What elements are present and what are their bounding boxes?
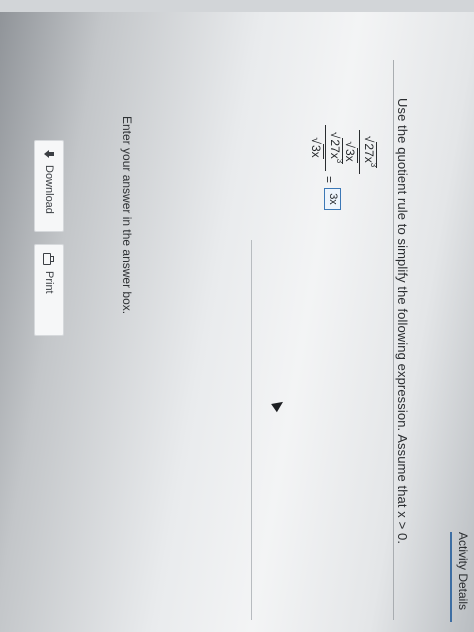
activity-details-tab[interactable]: Activity Details bbox=[456, 532, 470, 610]
mouse-cursor-icon bbox=[271, 397, 286, 413]
expression-display: √27x3 √3x bbox=[343, 130, 378, 174]
numerator-text: 27x bbox=[362, 143, 376, 163]
download-icon bbox=[44, 149, 54, 159]
denominator-text: 3x bbox=[343, 147, 358, 163]
rotated-page: Use the quotient rule to simplify the fo… bbox=[0, 0, 474, 632]
question-instruction: Use the quotient rule to simplify the fo… bbox=[395, 98, 410, 545]
printer-icon bbox=[43, 253, 51, 265]
expression-numerator: √27x3 bbox=[362, 135, 378, 169]
download-label: Download bbox=[43, 165, 55, 214]
divider bbox=[393, 60, 394, 620]
answer-numerator: √27x3 bbox=[328, 131, 344, 165]
answer-denominator-text: 3x bbox=[309, 143, 324, 159]
question-panel: Use the quotient rule to simplify the fo… bbox=[0, 0, 474, 632]
numerator-exponent: 3 bbox=[369, 162, 378, 168]
print-button[interactable]: Print bbox=[34, 244, 64, 336]
equals-sign: = bbox=[322, 176, 336, 184]
answer-numerator-text: 27x bbox=[328, 139, 342, 159]
activity-tab-underline bbox=[450, 532, 452, 622]
enter-answer-hint: Enter your answer in the answer box. bbox=[120, 116, 134, 315]
answer-expression: √27x3 √3x bbox=[309, 125, 344, 171]
download-button[interactable]: Download bbox=[34, 140, 64, 232]
answer-fraction-bar bbox=[325, 125, 326, 171]
left-rail bbox=[0, 0, 474, 12]
section-divider bbox=[251, 240, 252, 620]
expression-denominator: √3x bbox=[343, 141, 358, 163]
answer-numerator-exponent: 3 bbox=[335, 158, 344, 164]
print-label: Print bbox=[43, 271, 55, 294]
answer-input[interactable]: 3x bbox=[324, 188, 341, 210]
fraction-bar bbox=[359, 130, 360, 174]
answer-denominator: √3x bbox=[309, 137, 324, 159]
